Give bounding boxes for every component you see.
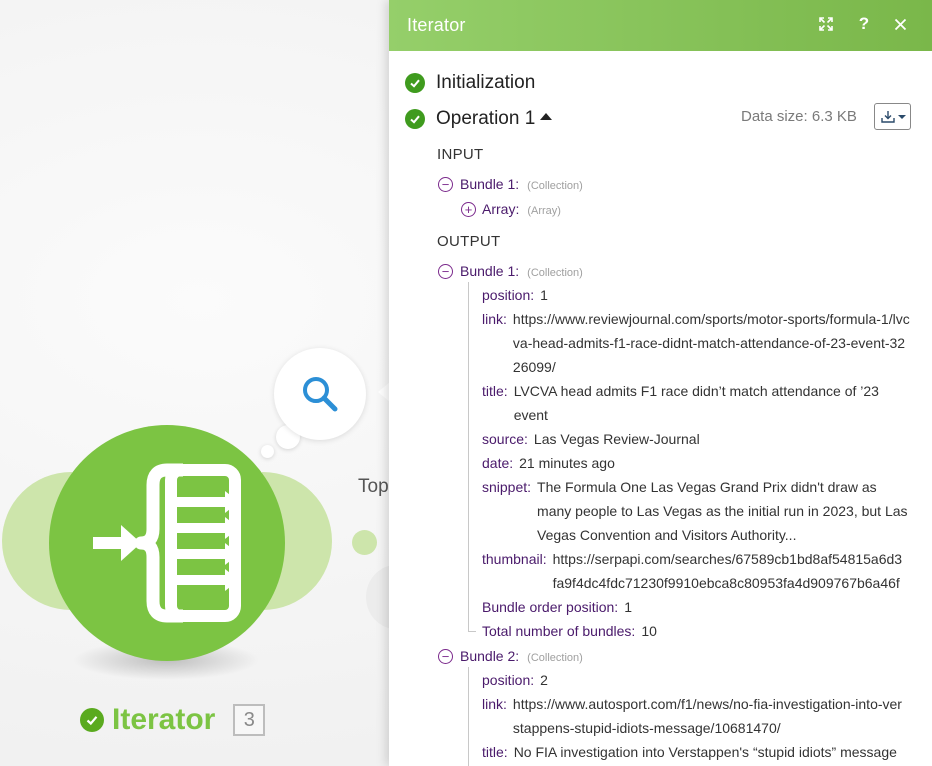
field-title[interactable]: title: LVCVA head admits F1 race didn’t m… [482, 379, 902, 427]
inspect-bubble[interactable] [274, 348, 366, 440]
input-bundle-key: Bundle 1: [460, 176, 520, 192]
collapse-caret-icon[interactable] [540, 112, 553, 120]
field-value: 21 minutes ago [519, 455, 615, 471]
panel-body[interactable]: Initialization Operation 1 Data size: 6.… [389, 51, 932, 766]
field-link[interactable]: link: https://www.autosport.com/f1/news/n… [482, 692, 902, 740]
field-key: date: [482, 455, 514, 471]
chevron-down-icon [897, 114, 906, 119]
panel-header: Iterator ? [389, 0, 932, 51]
next-module-connector[interactable] [352, 530, 377, 555]
output-bundle-2-row[interactable]: Bundle 2: (Collection) [460, 644, 583, 670]
help-icon[interactable]: ? [852, 12, 876, 36]
field-value: https://www.autosport.com/f1/news/no-fia… [512, 696, 902, 736]
expand-icon[interactable] [814, 12, 838, 36]
output-section-label: OUTPUT [437, 233, 501, 250]
output-bundle-1-row[interactable]: Bundle 1: (Collection) [460, 259, 583, 285]
module-name[interactable]: Iterator [112, 703, 215, 737]
iterator-module[interactable] [49, 425, 285, 661]
tree-line [468, 667, 469, 766]
field-key: title: [482, 744, 508, 760]
bubble-dot-small [261, 445, 274, 458]
bundle-2-type: (Collection) [527, 652, 583, 664]
field-total-bundles[interactable]: Total number of bundles: 10 [482, 619, 657, 643]
field-value: Las Vegas Review-Journal [533, 431, 700, 447]
field-key: source: [482, 431, 528, 447]
module-footer: Iterator 3 [80, 703, 266, 737]
expand-plus-icon[interactable]: + [461, 202, 476, 217]
field-key: link: [482, 696, 507, 712]
collapse-icon[interactable]: − [438, 177, 453, 192]
thumbnail-url-line-2: fa9f4dc4fdc71230f9910ebca8c80953fa4d9097… [552, 575, 900, 591]
bundle-2-key: Bundle 2: [460, 648, 520, 664]
data-size: Data size: 6.3 KB [741, 108, 857, 125]
field-value: https://serpapi.com/searches/67589cb1bd8… [553, 547, 902, 595]
field-position[interactable]: position: 2 [482, 668, 548, 692]
iterator-icon [93, 463, 241, 623]
field-date[interactable]: date: 21 minutes ago [482, 451, 615, 475]
success-check-icon [80, 708, 104, 732]
field-value: No FIA investigation into Verstappen's “… [513, 744, 897, 760]
operation-label: Operation 1 [436, 108, 536, 129]
field-key: position: [482, 672, 535, 688]
bundle-1-key: Bundle 1: [460, 263, 520, 279]
tree-tick [468, 631, 476, 632]
input-array-type: (Array) [527, 205, 561, 217]
download-icon [880, 110, 895, 123]
field-value: 2 [540, 672, 548, 688]
check-icon [405, 109, 425, 129]
next-module-label: Top [358, 476, 389, 497]
field-value: 1 [540, 287, 548, 303]
field-value: 10 [641, 623, 657, 639]
input-bundle-type: (Collection) [527, 180, 583, 192]
input-section-label: INPUT [437, 146, 484, 163]
initialization-label: Initialization [436, 72, 536, 93]
module-id-badge: 3 [233, 704, 266, 736]
field-thumbnail[interactable]: thumbnail: https://serpapi.com/searches/… [482, 547, 911, 595]
thumbnail-url-line-1: https://serpapi.com/searches/67589cb1bd8… [552, 551, 903, 567]
check-icon [405, 73, 425, 93]
close-icon[interactable] [888, 12, 912, 36]
operation-row[interactable]: Operation 1 [405, 108, 553, 130]
search-icon [303, 377, 338, 412]
download-button[interactable] [874, 103, 911, 130]
collapse-icon[interactable]: − [438, 649, 453, 664]
execution-inspector-panel: Iterator ? Initialization Operation 1 Da… [389, 0, 932, 766]
field-value: The Formula One Las Vegas Grand Prix did… [537, 479, 908, 543]
field-source[interactable]: source: Las Vegas Review-Journal [482, 427, 700, 451]
field-key: title: [482, 383, 508, 399]
input-array-row[interactable]: Array: (Array) [482, 197, 561, 223]
field-key: position: [482, 287, 535, 303]
field-title[interactable]: title: No FIA investigation into Verstapp… [482, 740, 922, 764]
field-snippet[interactable]: snippet: The Formula One Las Vegas Grand … [482, 475, 910, 547]
field-key: Total number of bundles: [482, 623, 636, 639]
field-key: snippet: [482, 479, 532, 495]
collapse-icon[interactable]: − [438, 264, 453, 279]
field-position[interactable]: position: 1 [482, 283, 548, 307]
input-array-key: Array: [482, 201, 520, 217]
field-value: 1 [624, 599, 632, 615]
field-key: thumbnail: [482, 551, 547, 567]
field-key: Bundle order position: [482, 599, 619, 615]
bundle-1-type: (Collection) [527, 267, 583, 279]
field-value: LVCVA head admits F1 race didn’t match a… [513, 383, 879, 423]
field-value: https://www.reviewjournal.com/sports/mot… [512, 311, 910, 375]
input-bundle-row[interactable]: Bundle 1: (Collection) [460, 172, 583, 198]
initialization-row[interactable]: Initialization [405, 72, 535, 94]
field-bundle-order-position[interactable]: Bundle order position: 1 [482, 595, 632, 619]
tree-line [468, 282, 469, 631]
panel-title: Iterator [407, 15, 466, 35]
field-link[interactable]: link: https://www.reviewjournal.com/sport… [482, 307, 912, 379]
field-key: link: [482, 311, 507, 327]
